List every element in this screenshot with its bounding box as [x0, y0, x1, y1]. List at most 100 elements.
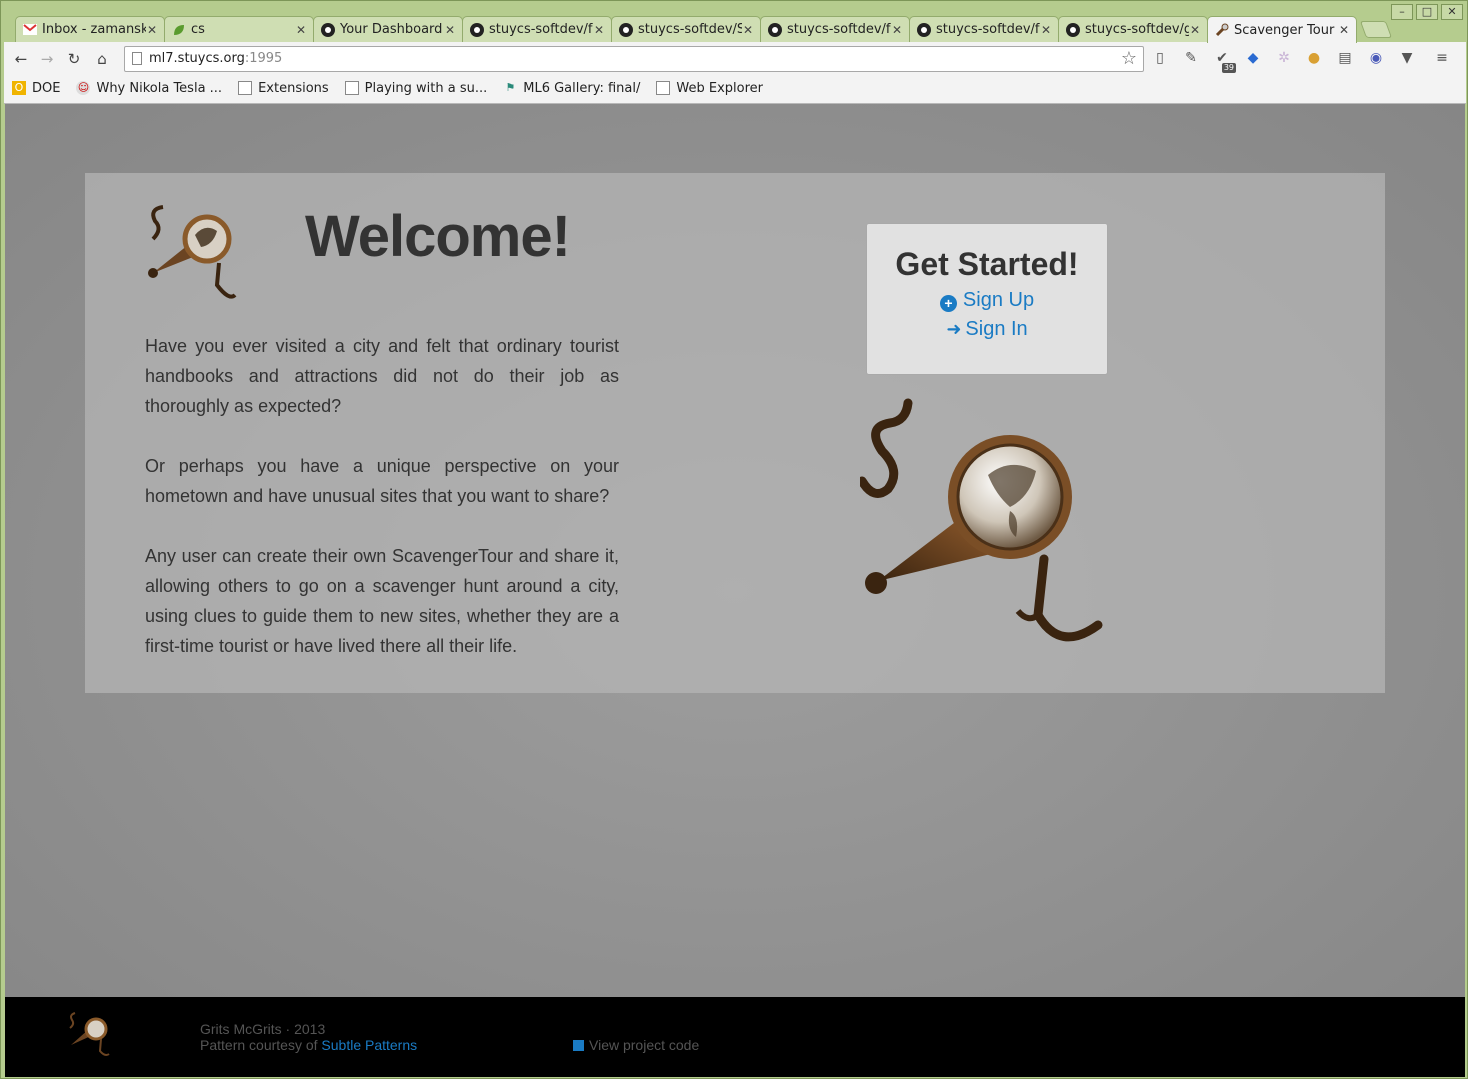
tab-title: Inbox - zamansky [42, 22, 146, 37]
page-footer: Grits McGrits · 2013 Pattern courtesy of… [5, 997, 1465, 1077]
close-tab-icon[interactable]: ✕ [444, 23, 456, 37]
welcome-panel: Welcome! Have you ever visited a city an… [85, 173, 1385, 693]
browser-window: Inbox - zamansky ✕ cs ✕ Your Dashboard ✕… [0, 0, 1468, 1079]
intro-text: Have you ever visited a city and felt th… [145, 331, 619, 691]
cat-icon[interactable]: ● [1304, 48, 1324, 68]
intro-paragraph: Any user can create their own ScavengerT… [145, 546, 619, 656]
code-icon [573, 1040, 584, 1051]
home-icon[interactable]: ⌂ [91, 48, 113, 70]
sign-in-link[interactable]: ➜ Sign In [867, 318, 1107, 341]
close-tab-icon[interactable]: ✕ [146, 23, 158, 37]
pinwheel-icon[interactable]: ✲ [1274, 48, 1294, 68]
close-tab-icon[interactable]: ✕ [742, 23, 754, 37]
new-tab-button[interactable] [1359, 21, 1393, 38]
scavenger-tour-logo-large [860, 398, 1103, 642]
tab-github-2[interactable]: stuycs-softdev/S ✕ [611, 16, 761, 42]
tab-title: stuycs-softdev/S [638, 22, 742, 37]
bookmark-web-explorer[interactable]: Web Explorer [656, 77, 763, 99]
tab-title: stuycs-softdev/f [489, 22, 593, 37]
telescope-icon [1214, 22, 1230, 38]
page-viewport: Welcome! Have you ever visited a city an… [5, 104, 1465, 1077]
address-bar[interactable]: ml7.stuycs.org:1995 ☆ [124, 46, 1144, 72]
bookmark-doe[interactable]: O DOE [12, 77, 60, 99]
page-icon [238, 81, 253, 95]
page-icon [656, 81, 671, 95]
doe-icon: O [12, 81, 26, 95]
view-code-link[interactable]: View project code [573, 1037, 699, 1053]
globe-extension-icon[interactable]: ◉ [1366, 48, 1386, 68]
flag-icon: ⚑ [505, 81, 516, 94]
browser-toolbar: ← → ↻ ⌂ ml7.stuycs.org:1995 ☆ ▯ ✎ ✔ 39 ◆ … [4, 42, 1466, 104]
bookmarks-bar: O DOE ☺ Why Nikola Tesla ... Extensions Pl… [12, 77, 779, 99]
pocket-icon[interactable]: ▼ [1397, 48, 1417, 68]
tab-cs[interactable]: cs ✕ [164, 16, 314, 42]
reader-icon[interactable]: ▤ [1335, 48, 1355, 68]
sign-up-link[interactable]: + Sign Up [867, 289, 1107, 312]
tab-strip: Inbox - zamansky ✕ cs ✕ Your Dashboard ✕… [1, 1, 1468, 43]
footer-pattern-line: Pattern courtesy of Subtle Patterns [200, 1037, 417, 1053]
eyedropper-icon[interactable]: ✎ [1181, 48, 1201, 68]
bookmark-extensions[interactable]: Extensions [238, 77, 329, 99]
checker-extension-icon[interactable]: ✔ 39 [1212, 48, 1236, 73]
github-icon [767, 22, 783, 38]
github-icon [320, 22, 336, 38]
bookmark-label: DOE [32, 80, 61, 96]
close-tab-icon[interactable]: ✕ [1040, 23, 1052, 37]
forward-arrow-icon[interactable]: → [36, 48, 58, 70]
tab-title: cs [191, 22, 205, 37]
extension-badge: 39 [1221, 63, 1236, 73]
github-icon [1065, 22, 1081, 38]
pattern-prefix: Pattern courtesy of [200, 1037, 322, 1053]
tab-inbox[interactable]: Inbox - zamansky ✕ [15, 16, 165, 42]
close-tab-icon[interactable]: ✕ [295, 23, 307, 37]
get-started-title: Get Started! [895, 246, 1079, 282]
tab-dashboard[interactable]: Your Dashboard ✕ [313, 16, 463, 42]
sign-up-label: Sign Up [962, 289, 1035, 311]
bookmark-label: ML6 Gallery: final/ [523, 80, 641, 96]
back-arrow-icon[interactable]: ← [10, 48, 32, 70]
bookmark-ml6-gallery[interactable]: ⚑ ML6 Gallery: final/ [503, 77, 640, 99]
scavenger-tour-logo [148, 205, 237, 299]
sign-in-icon: ➜ [946, 319, 962, 339]
bookmark-playing[interactable]: Playing with a su... [344, 77, 487, 99]
sign-in-label: Sign In [965, 318, 1028, 340]
bookmark-star-icon[interactable]: ☆ [1121, 47, 1137, 71]
footer-credits: Grits McGrits · 2013 Pattern courtesy of… [200, 1021, 417, 1053]
tab-github-5[interactable]: stuycs-softdev/g ✕ [1058, 16, 1208, 42]
tab-github-3[interactable]: stuycs-softdev/f ✕ [760, 16, 910, 42]
tab-title: Scavenger Tour [1234, 22, 1335, 38]
minimize-button[interactable]: – [1391, 4, 1413, 20]
get-started-box: Get Started! + Sign Up ➜ Sign In [866, 223, 1108, 375]
gmail-icon [22, 22, 38, 38]
close-tab-icon[interactable]: ✕ [593, 23, 605, 37]
url-host: ml7.stuycs.org [149, 51, 245, 66]
footer-author: Grits McGrits · 2013 [200, 1021, 326, 1037]
tab-github-4[interactable]: stuycs-softdev/f ✕ [909, 16, 1059, 42]
close-tab-icon[interactable]: ✕ [1189, 23, 1201, 37]
view-code-label: View project code [589, 1037, 700, 1053]
tab-github-1[interactable]: stuycs-softdev/f ✕ [462, 16, 612, 42]
face-icon: ☺ [76, 81, 91, 95]
github-icon [916, 22, 932, 38]
tab-scavenger-tour[interactable]: Scavenger Tour ✕ [1207, 16, 1357, 43]
tab-title: stuycs-softdev/g [1085, 22, 1189, 37]
github-icon [469, 22, 485, 38]
intro-paragraph: Have you ever visited a city and felt th… [145, 336, 619, 416]
maximize-button[interactable]: □ [1416, 4, 1438, 20]
bookmark-tesla[interactable]: ☺ Why Nikola Tesla ... [76, 77, 222, 99]
bookmark-label: Web Explorer [676, 80, 763, 96]
page-title: Welcome! [305, 204, 571, 269]
close-tab-icon[interactable]: ✕ [891, 23, 903, 37]
close-window-button[interactable]: ✕ [1441, 4, 1463, 20]
menu-icon[interactable]: ≡ [1432, 48, 1452, 68]
reload-icon[interactable]: ↻ [63, 48, 85, 70]
page-icon [344, 81, 359, 95]
diamond-icon[interactable]: ◆ [1243, 48, 1263, 68]
bookmark-label: Extensions [258, 80, 329, 96]
tab-title: Your Dashboard [340, 22, 443, 37]
close-tab-icon[interactable]: ✕ [1338, 23, 1350, 37]
bookmark-manager-icon[interactable]: ▯ [1150, 48, 1170, 68]
tab-title: stuycs-softdev/f [787, 22, 891, 37]
url-port: :1995 [244, 51, 283, 66]
subtle-patterns-link[interactable]: Subtle Patterns [321, 1037, 417, 1053]
